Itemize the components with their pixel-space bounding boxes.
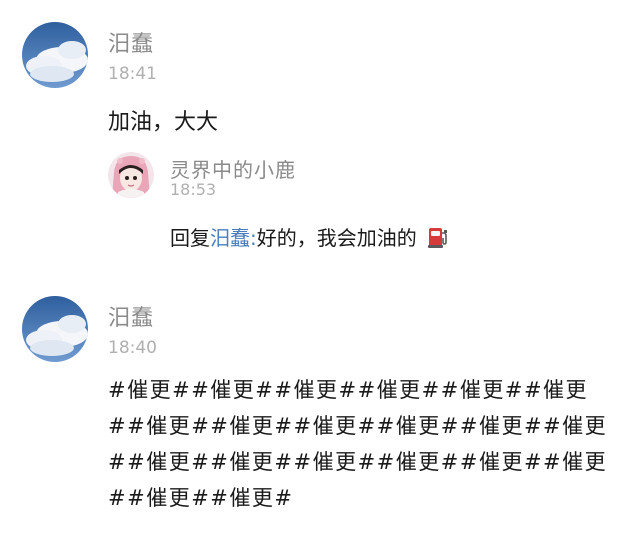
content-line: ##催更##催更##催更##催更##催更##催更 xyxy=(108,450,608,474)
content-line: ##催更##催更##催更##催更##催更##催更 xyxy=(108,414,608,438)
avatar[interactable] xyxy=(22,296,88,362)
sky-avatar-image xyxy=(22,296,88,362)
comment-item: 汨蠢 18:40 #催更##催更##催更##催更##催更##催更 ##催更##催… xyxy=(0,0,640,538)
content-line: ##催更##催更# xyxy=(108,486,294,510)
comment-content: #催更##催更##催更##催更##催更##催更 ##催更##催更##催更##催更… xyxy=(108,372,628,516)
content-line: #催更##催更##催更##催更##催更##催更 xyxy=(108,378,589,402)
comment-username[interactable]: 汨蠢 xyxy=(108,300,154,332)
comment-time: 18:40 xyxy=(108,338,157,358)
